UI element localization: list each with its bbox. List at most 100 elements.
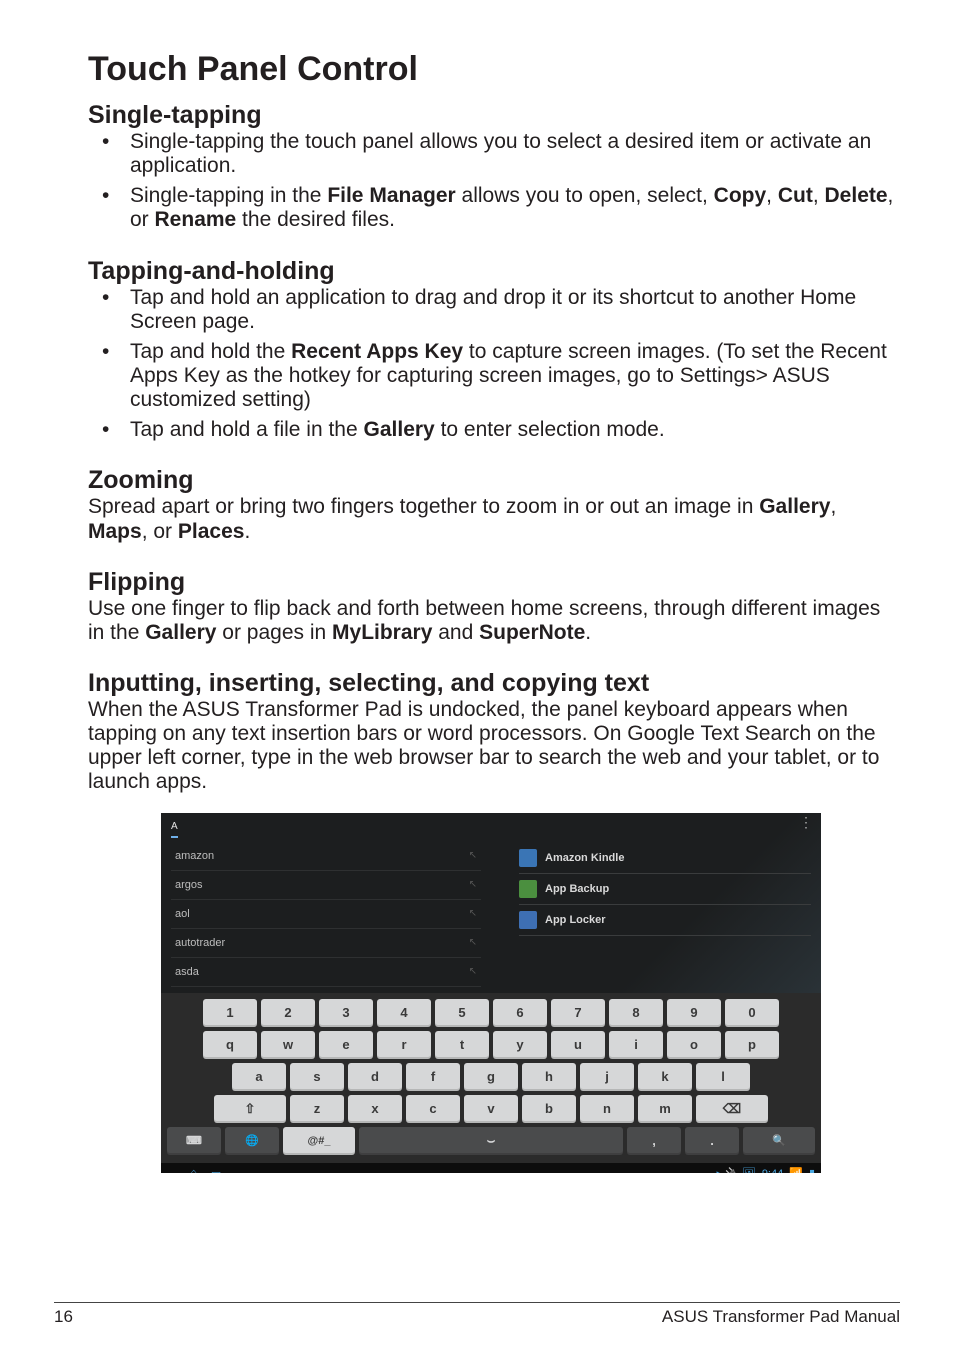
key-v[interactable]: v xyxy=(464,1095,518,1123)
bullet-text-mid2: , xyxy=(766,184,778,207)
key-6[interactable]: 6 xyxy=(493,999,547,1027)
search-suggestion-item[interactable]: asda ↖ xyxy=(171,958,481,987)
key-7[interactable]: 7 xyxy=(551,999,605,1027)
key-c[interactable]: c xyxy=(406,1095,460,1123)
bold-recent-apps-key: Recent Apps Key xyxy=(291,340,463,363)
search-suggestion-item[interactable]: autotrader↖ xyxy=(171,929,481,958)
text-mid1: , xyxy=(830,495,836,518)
key-r[interactable]: r xyxy=(377,1031,431,1059)
suggestion-label: asda xyxy=(175,966,199,978)
key-y[interactable]: y xyxy=(493,1031,547,1059)
key-search[interactable]: 🔍 xyxy=(743,1127,815,1155)
nav-hide-keyboard-icon[interactable]: ⌄ xyxy=(167,1167,176,1173)
bold-rename: Rename xyxy=(155,208,237,231)
key-o[interactable]: o xyxy=(667,1031,721,1059)
nav-home-icon[interactable]: ⌂ xyxy=(190,1167,197,1173)
battery-icon: ▮ xyxy=(809,1167,815,1173)
section-tap-hold: Tapping-and-holding Tap and hold an appl… xyxy=(88,257,894,443)
key-q[interactable]: q xyxy=(203,1031,257,1059)
app-label: App Locker xyxy=(545,914,606,926)
key-5[interactable]: 5 xyxy=(435,999,489,1027)
key-p[interactable]: p xyxy=(725,1031,779,1059)
heading-single-tapping: Single-tapping xyxy=(88,101,894,130)
key-1[interactable]: 1 xyxy=(203,999,257,1027)
bullet-text-pre: Tap and hold the xyxy=(130,340,291,363)
search-input-value[interactable]: A xyxy=(171,821,178,838)
key-language[interactable]: 🌐 xyxy=(225,1127,279,1155)
bold-cut: Cut xyxy=(778,184,813,207)
key-8[interactable]: 8 xyxy=(609,999,663,1027)
suggestion-label: amazon xyxy=(175,850,214,862)
list-single-tapping: Single-tapping the touch panel allows yo… xyxy=(88,130,894,233)
app-result-item[interactable]: App Backup xyxy=(519,874,811,905)
key-symbols[interactable]: @#_ xyxy=(283,1127,355,1155)
key-h[interactable]: h xyxy=(522,1063,576,1091)
body-flipping: Use one finger to flip back and forth be… xyxy=(88,597,894,645)
page-title: Touch Panel Control xyxy=(88,50,894,89)
bold-places: Places xyxy=(178,520,245,543)
key-l[interactable]: l xyxy=(696,1063,750,1091)
bold-gallery: Gallery xyxy=(759,495,830,518)
overflow-menu-icon[interactable]: ⋮ xyxy=(799,819,813,826)
key-t[interactable]: t xyxy=(435,1031,489,1059)
insert-arrow-icon[interactable]: ↖ xyxy=(469,937,477,948)
app-label: Amazon Kindle xyxy=(545,852,624,864)
key-i[interactable]: i xyxy=(609,1031,663,1059)
bullet-text-mid3: , xyxy=(813,184,825,207)
insert-arrow-icon[interactable]: ↖ xyxy=(469,879,477,890)
bullet-th-2: Tap and hold the Recent Apps Key to capt… xyxy=(88,340,894,412)
key-x[interactable]: x xyxy=(348,1095,402,1123)
nav-recent-icon[interactable]: ▭ xyxy=(211,1167,221,1173)
heading-input-text: Inputting, inserting, selecting, and cop… xyxy=(88,669,894,698)
key-g[interactable]: g xyxy=(464,1063,518,1091)
search-suggestion-item[interactable]: amazon ↖ xyxy=(171,842,481,871)
page-footer: 16 ASUS Transformer Pad Manual xyxy=(54,1302,900,1327)
screenshot-top: A × amazon↖argos↖aol↖autotrader↖asda↖ ⋮ … xyxy=(161,813,821,993)
key-period[interactable]: . xyxy=(685,1127,739,1155)
search-suggestions-panel: A × amazon↖argos↖aol↖autotrader↖asda↖ xyxy=(161,813,491,993)
key-comma[interactable]: , xyxy=(627,1127,681,1155)
key-s[interactable]: s xyxy=(290,1063,344,1091)
key-k[interactable]: k xyxy=(638,1063,692,1091)
key-w[interactable]: w xyxy=(261,1031,315,1059)
wifi-icon: 📶 xyxy=(789,1167,803,1173)
search-suggestion-item[interactable]: aol ↖ xyxy=(171,900,481,929)
section-flipping: Flipping Use one finger to flip back and… xyxy=(88,568,894,645)
key-m[interactable]: m xyxy=(638,1095,692,1123)
app-results-panel: ⋮ Amazon Kindle App Backup App Locker xyxy=(491,813,821,993)
key-0[interactable]: 0 xyxy=(725,999,779,1027)
key-j[interactable]: j xyxy=(580,1063,634,1091)
key-9[interactable]: 9 xyxy=(667,999,721,1027)
insert-arrow-icon[interactable]: ↖ xyxy=(469,850,477,861)
suggestion-label: aol xyxy=(175,908,190,920)
key-2[interactable]: 2 xyxy=(261,999,315,1027)
key-shift[interactable]: ⇧ xyxy=(214,1095,286,1123)
status-icons: ▸ 🔌 🖼 xyxy=(717,1167,756,1173)
section-input-text: Inputting, inserting, selecting, and cop… xyxy=(88,669,894,795)
key-keyboard-switch[interactable]: ⌨ xyxy=(167,1127,221,1155)
heading-zooming: Zooming xyxy=(88,466,894,495)
bullet-text-post: to enter selection mode. xyxy=(435,418,665,441)
list-tap-hold: Tap and hold an application to drag and … xyxy=(88,286,894,443)
key-n[interactable]: n xyxy=(580,1095,634,1123)
text-mid1: or pages in xyxy=(216,621,332,644)
key-d[interactable]: d xyxy=(348,1063,402,1091)
key-b[interactable]: b xyxy=(522,1095,576,1123)
key-f[interactable]: f xyxy=(406,1063,460,1091)
search-suggestion-item[interactable]: argos↖ xyxy=(171,871,481,900)
page-number: 16 xyxy=(54,1307,73,1327)
insert-arrow-icon[interactable]: ↖ xyxy=(469,908,477,919)
text-pre: Spread apart or bring two fingers togeth… xyxy=(88,495,759,518)
insert-arrow-icon[interactable]: ↖ xyxy=(469,966,477,977)
key-3[interactable]: 3 xyxy=(319,999,373,1027)
key-backspace[interactable]: ⌫ xyxy=(696,1095,768,1123)
app-result-item[interactable]: Amazon Kindle xyxy=(519,843,811,874)
key-a[interactable]: a xyxy=(232,1063,286,1091)
key-4[interactable]: 4 xyxy=(377,999,431,1027)
bold-supernote: SuperNote xyxy=(479,621,585,644)
key-z[interactable]: z xyxy=(290,1095,344,1123)
key-space[interactable]: ⌣ xyxy=(359,1127,623,1155)
app-result-item[interactable]: App Locker xyxy=(519,905,811,936)
key-e[interactable]: e xyxy=(319,1031,373,1059)
key-u[interactable]: u xyxy=(551,1031,605,1059)
